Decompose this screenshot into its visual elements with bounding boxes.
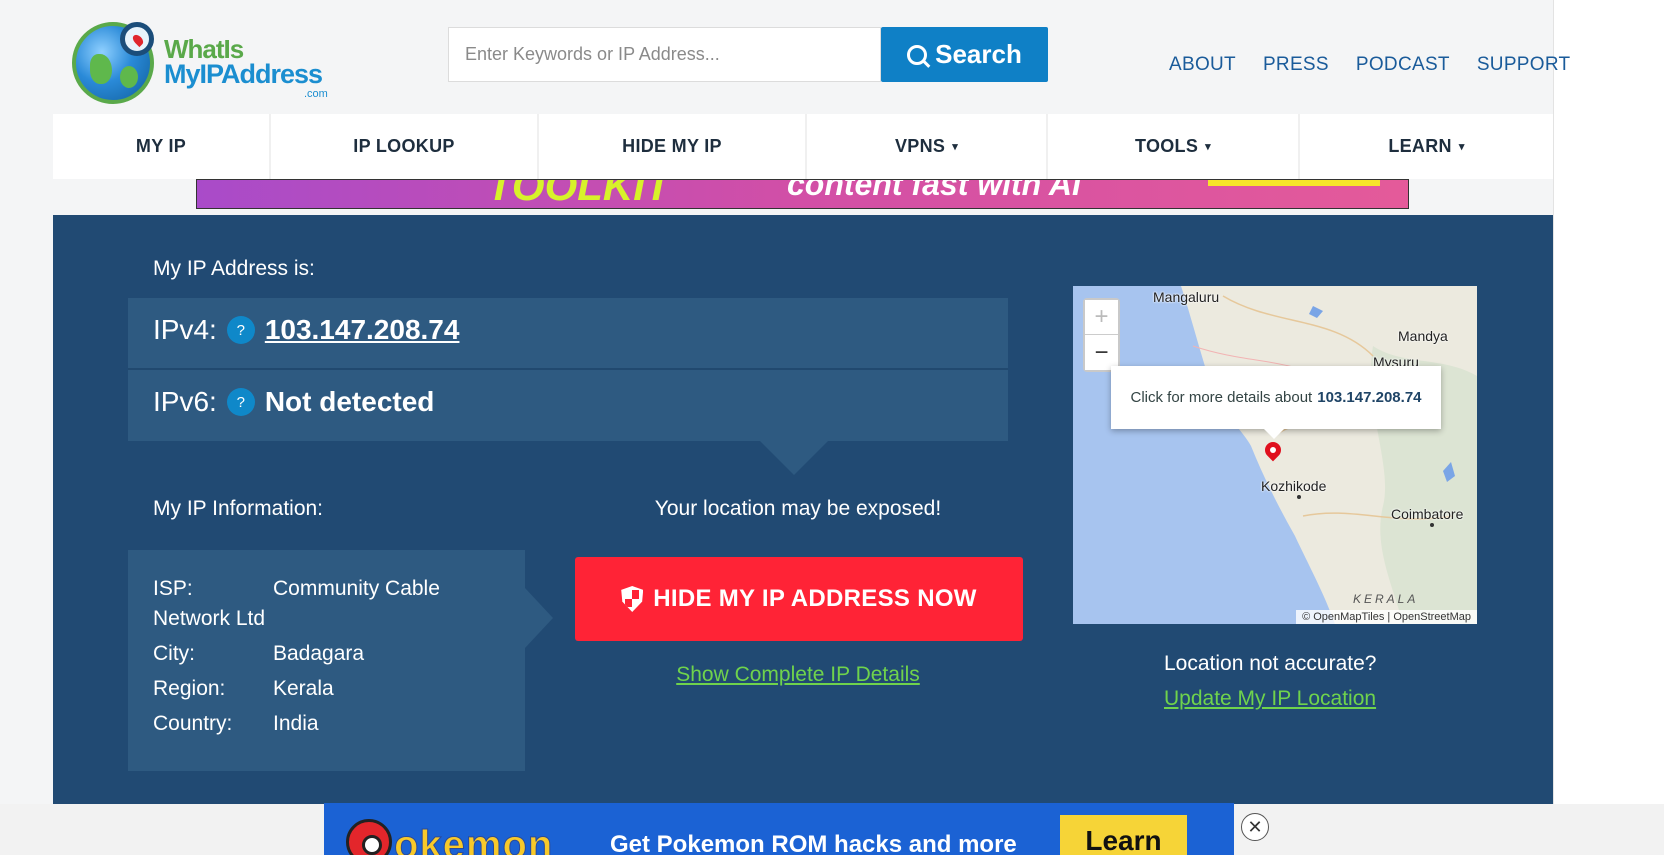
search-icon <box>907 44 928 65</box>
ipv4-value[interactable]: 103.147.208.74 <box>265 314 460 346</box>
ad-button[interactable] <box>1208 180 1380 186</box>
map-zoom-control: + − <box>1083 298 1120 372</box>
ip-info-heading: My IP Information: <box>153 497 324 520</box>
nav-label: MY IP <box>135 136 187 156</box>
divider <box>128 368 1008 370</box>
map-city-mandya: Mandya <box>1398 328 1448 344</box>
map-region-label: KERALA <box>1353 592 1419 606</box>
pokeball-icon <box>346 819 392 855</box>
ip-box-pointer <box>760 441 828 475</box>
link-about[interactable]: ABOUT <box>1169 54 1236 76</box>
nav-label: TOOLS <box>1134 136 1199 156</box>
region-label: Region: <box>153 677 226 700</box>
region-value: Kerala <box>273 677 334 700</box>
logo-text-domain: .com <box>304 88 328 100</box>
nav-label: IP LOOKUP <box>353 136 455 156</box>
nav-hide-my-ip[interactable]: HIDE MY IP <box>539 114 807 179</box>
map-popup-text: Click for more details about <box>1130 389 1313 406</box>
isp-value-cont: Network Ltd <box>153 607 266 630</box>
shield-icon <box>621 586 644 612</box>
ipv6-label: IPv6: <box>153 386 217 417</box>
country-value: India <box>273 712 319 735</box>
update-location-link[interactable]: Update My IP Location <box>1164 687 1376 711</box>
map-popup[interactable]: Click for more details about 103.147.208.… <box>1111 366 1441 429</box>
caret-down-icon: ▾ <box>952 141 959 153</box>
nav-ip-lookup[interactable]: IP LOOKUP <box>271 114 539 179</box>
info-box-pointer <box>525 588 553 648</box>
ad-learn-button[interactable]: Learn <box>1060 815 1187 855</box>
ipv6-value: Not detected <box>264 386 435 417</box>
city-value: Badagara <box>273 642 365 665</box>
top-ad-banner[interactable]: TOOLKIT content fast with AI <box>196 179 1409 209</box>
city-label: City: <box>153 642 195 665</box>
nav-label: LEARN <box>1388 136 1452 156</box>
isp-row-cont: Network Ltd <box>153 607 265 631</box>
map-popup-pointer <box>1263 428 1285 439</box>
ad-text-mid: content fast with AI <box>787 179 1081 202</box>
ad-message: Get Pokemon ROM hacks and more <box>610 831 1017 855</box>
map-attribution[interactable]: © OpenMapTiles | OpenStreetMap <box>1296 610 1477 624</box>
city-row: City: Badagara <box>153 642 364 666</box>
ad-text-left: TOOLKIT <box>487 179 671 209</box>
show-ip-details-link[interactable]: Show Complete IP Details <box>575 663 1021 687</box>
search-input[interactable] <box>448 27 881 82</box>
main-nav: MY IP IP LOOKUP HIDE MY IP VPNS ▾ TOOLS ▾ … <box>53 114 1553 179</box>
map-city-coimbatore: Coimbatore <box>1391 506 1464 522</box>
nav-learn[interactable]: LEARN ▾ <box>1300 114 1553 179</box>
help-icon[interactable]: ? <box>226 388 255 416</box>
hide-ip-button[interactable]: HIDE MY IP ADDRESS NOW <box>575 557 1023 641</box>
nav-my-ip[interactable]: MY IP <box>53 114 271 179</box>
link-press[interactable]: PRESS <box>1263 54 1329 76</box>
ip-info-box: ISP: Community Cable Network Ltd City: Bad… <box>128 550 525 771</box>
isp-label: ISP: <box>153 577 193 600</box>
site-logo[interactable]: WhatIs MyIPAddress .com <box>70 18 340 108</box>
caret-down-icon: ▾ <box>1205 141 1211 153</box>
nav-tools[interactable]: TOOLS ▾ <box>1048 114 1300 179</box>
zoom-out-button[interactable]: − <box>1085 335 1118 370</box>
bottom-ad-banner[interactable]: okemon Get Pokemon ROM hacks and more Le… <box>324 803 1234 855</box>
link-support[interactable]: SUPPORT <box>1477 54 1571 76</box>
isp-value: Community Cable <box>273 577 440 600</box>
right-gutter <box>1553 0 1664 855</box>
link-podcast[interactable]: PODCAST <box>1356 54 1450 76</box>
country-label: Country: <box>153 712 233 735</box>
map-dot <box>1297 495 1301 499</box>
map-dot <box>1430 523 1434 527</box>
region-row: Region: Kerala <box>153 677 334 701</box>
nav-label: VPNS <box>894 136 946 156</box>
magnifier-pin-icon <box>120 22 154 56</box>
country-row: Country: India <box>153 712 319 736</box>
caret-down-icon: ▾ <box>1458 141 1465 153</box>
map-popup-ip: 103.147.208.74 <box>1317 389 1422 406</box>
ip-address-box: IPv4: ? 103.147.208.74 IPv6: ? Not detec… <box>128 298 1008 441</box>
location-map[interactable]: Mangaluru Mandya Mysuru Kozhikode Coimba… <box>1073 286 1477 624</box>
search-button[interactable]: Search <box>881 27 1048 82</box>
search-button-label: Search <box>935 39 1022 69</box>
ipv4-row: IPv4: ? 103.147.208.74 <box>153 314 459 346</box>
map-city-mangaluru: Mangaluru <box>1153 289 1220 305</box>
hide-ip-button-label: HIDE MY IP ADDRESS NOW <box>653 585 977 612</box>
isp-row: ISP: Community Cable <box>153 577 440 601</box>
location-warning: Your location may be exposed! <box>654 497 942 520</box>
location-not-accurate-text: Location not accurate? <box>1164 652 1377 675</box>
help-icon[interactable]: ? <box>226 316 255 344</box>
ipv6-row: IPv6: ? Not detected <box>153 386 434 418</box>
ip-heading: My IP Address is: <box>153 257 315 280</box>
ad-brand-text: okemon <box>393 823 554 855</box>
top-links: ABOUT PRESS PODCAST SUPPORT <box>1169 54 1570 76</box>
close-icon[interactable]: ✕ <box>1241 813 1269 841</box>
logo-text-line2: MyIPAddress <box>164 59 323 89</box>
zoom-in-button[interactable]: + <box>1085 300 1118 335</box>
nav-label: HIDE MY IP <box>622 136 722 156</box>
ipv4-label: IPv4: <box>153 314 217 345</box>
nav-vpns[interactable]: VPNS ▾ <box>807 114 1048 179</box>
map-city-kozhikode: Kozhikode <box>1261 478 1327 494</box>
